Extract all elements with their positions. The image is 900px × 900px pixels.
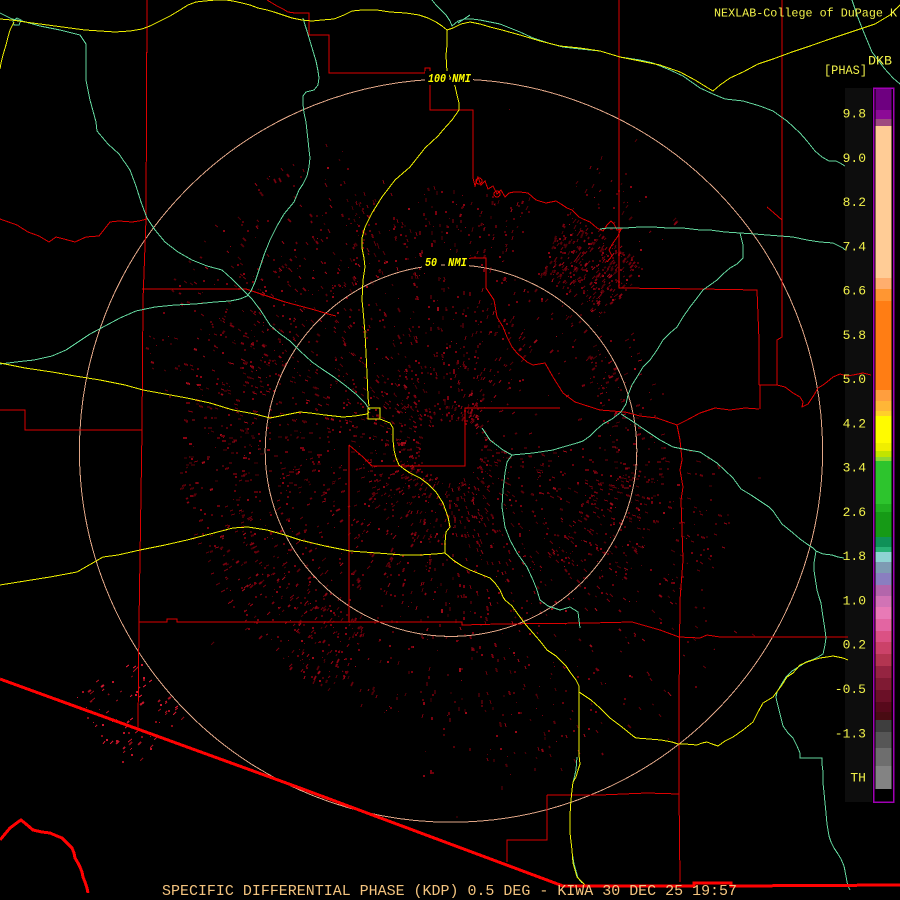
svg-text:50: 50	[425, 256, 437, 270]
svg-text:1.0: 1.0	[843, 594, 866, 609]
svg-text:TH: TH	[850, 771, 866, 786]
svg-text:9.8: 9.8	[843, 107, 866, 122]
svg-text:-1.3: -1.3	[835, 726, 866, 741]
svg-text:8.2: 8.2	[843, 195, 866, 210]
svg-text:SPECIFIC DIFFERENTIAL PHASE (K: SPECIFIC DIFFERENTIAL PHASE (KDP) 0.5 DE…	[162, 883, 737, 900]
svg-text:2.6: 2.6	[843, 505, 866, 520]
svg-text:5.8: 5.8	[843, 328, 866, 343]
svg-text:0.2: 0.2	[843, 638, 866, 653]
svg-text:100: 100	[428, 72, 446, 86]
svg-text:5.0: 5.0	[843, 372, 866, 387]
svg-text:4.2: 4.2	[843, 416, 866, 431]
svg-text:NMI: NMI	[452, 72, 472, 86]
svg-text:7.4: 7.4	[843, 239, 867, 254]
svg-text:3.4: 3.4	[843, 461, 867, 476]
svg-text:9.0: 9.0	[843, 151, 866, 166]
svg-text:[PHAS]: [PHAS]	[824, 64, 867, 78]
svg-text:6.6: 6.6	[843, 284, 866, 299]
svg-text:1.8: 1.8	[843, 549, 866, 564]
svg-text:DKB: DKB	[868, 55, 893, 69]
svg-text:NMI: NMI	[448, 256, 468, 270]
svg-text:-0.5: -0.5	[835, 682, 866, 697]
svg-text:NEXLAB-College of DuPage K: NEXLAB-College of DuPage K	[714, 7, 897, 21]
